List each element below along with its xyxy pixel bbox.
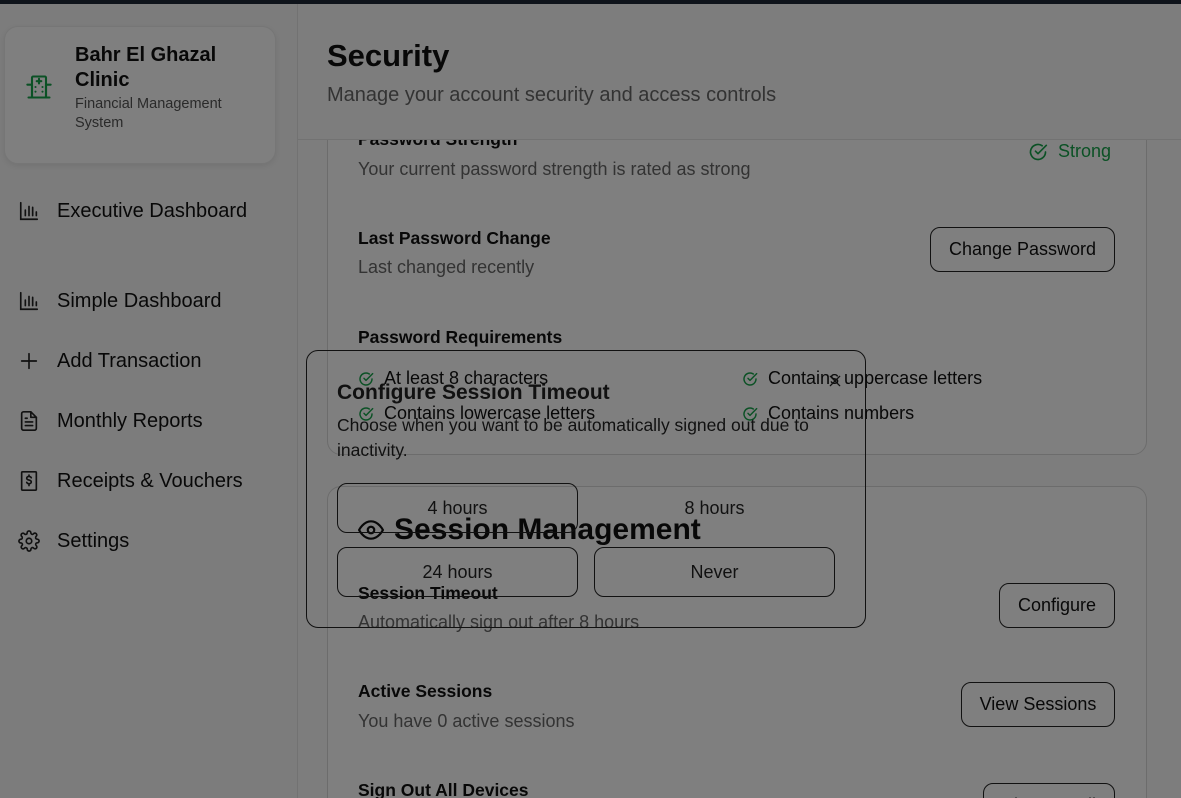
dialog-description: Choose when you want to be automatically… [337,415,809,460]
timeout-option-8-hours[interactable]: 8 hours [594,483,835,533]
timeout-option-24-hours[interactable]: 24 hours [337,547,578,597]
close-icon[interactable] [825,371,845,391]
timeout-option-never[interactable]: Never [594,547,835,597]
dialog-title: Configure Session Timeout [337,381,610,404]
timeout-option-4-hours[interactable]: 4 hours [337,483,578,533]
configure-session-timeout-dialog: Configure Session Timeout Choose when yo… [306,350,866,628]
